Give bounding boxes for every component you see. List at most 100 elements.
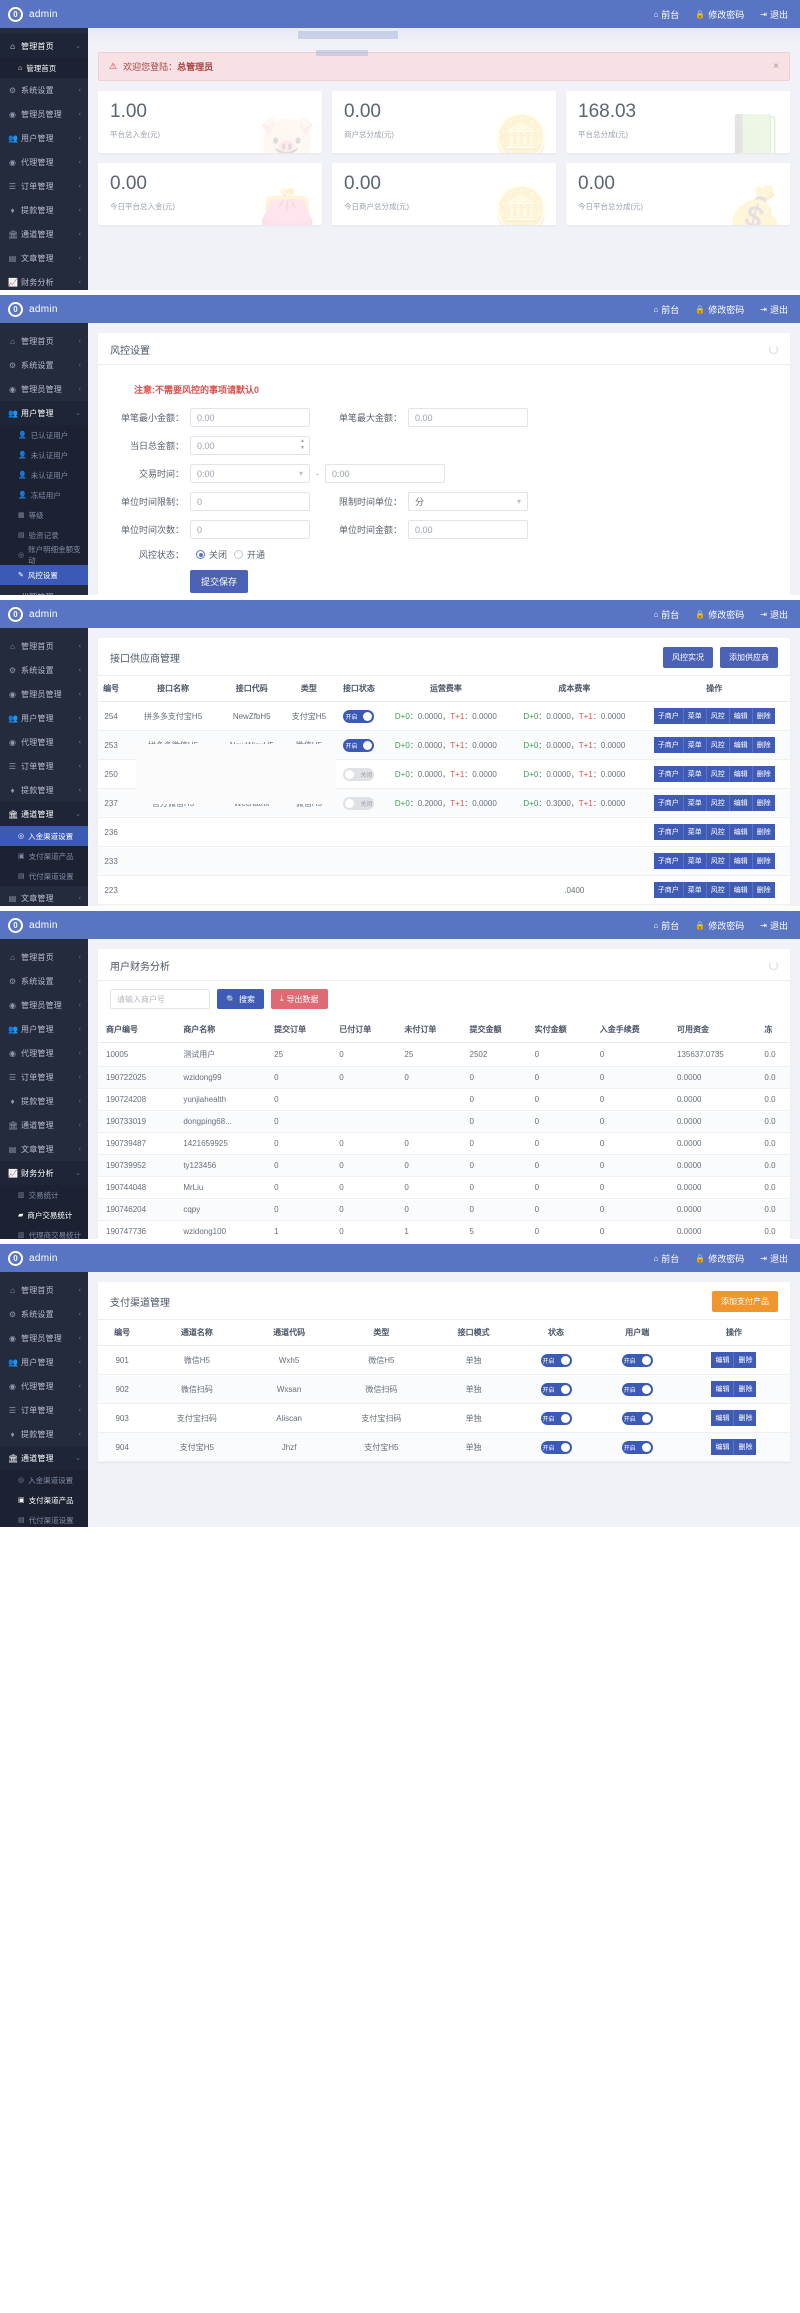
op-编辑-button[interactable]: 编辑: [711, 1439, 735, 1455]
change-password-link[interactable]: 🔒 修改密码: [695, 8, 744, 21]
op-编辑-button[interactable]: 编辑: [729, 708, 753, 724]
sidebar-item-agents[interactable]: ◉ 代理管理 ‹: [0, 1041, 88, 1065]
status-toggle[interactable]: 开启: [621, 1382, 653, 1396]
sidebar-subitem-frozen-users[interactable]: 👤 冻结用户: [0, 485, 88, 505]
topbar-brand[interactable]: 0 admin: [8, 6, 58, 22]
status-toggle[interactable]: 开启: [621, 1440, 653, 1454]
op-菜单-button[interactable]: 菜单: [683, 824, 707, 840]
time-unit-select[interactable]: 分: [408, 492, 528, 511]
sidebar-item-withdraw[interactable]: ♦ 提款管理 ‹: [0, 1089, 88, 1113]
op-风控-button[interactable]: 风控: [706, 737, 730, 753]
topbar-brand[interactable]: 0 admin: [8, 301, 58, 317]
op-删除-button[interactable]: 删除: [752, 853, 775, 869]
status-toggle[interactable]: 开启: [540, 1440, 572, 1454]
op-编辑-button[interactable]: 编辑: [729, 824, 753, 840]
sidebar-item-agents[interactable]: ◉ 代理管理 ‹: [0, 730, 88, 754]
sidebar-item-admins[interactable]: ◉ 管理员管理 ‹: [0, 102, 88, 126]
sidebar-item-home[interactable]: ⌂ 管理首页 ‹: [0, 329, 88, 353]
sidebar-subitem-verified-users[interactable]: 👤 已认证用户: [0, 425, 88, 445]
export-button[interactable]: ⤓ 导出数据: [270, 989, 328, 1009]
op-编辑-button[interactable]: 编辑: [729, 766, 753, 782]
op-子商户-button[interactable]: 子商户: [653, 737, 684, 753]
sidebar-item-system[interactable]: ⚙ 系统设置 ‹: [0, 969, 88, 993]
sidebar-item-agents[interactable]: ◉ 代理管理 ‹: [0, 585, 88, 596]
op-风控-button[interactable]: 风控: [706, 853, 730, 869]
sidebar-item-system[interactable]: ⚙ 系统设置 ‹: [0, 353, 88, 377]
op-编辑-button[interactable]: 编辑: [711, 1410, 735, 1426]
sidebar-subitem-levels[interactable]: ▦ 等级: [0, 505, 88, 525]
sidebar-item-withdraw[interactable]: ♦ 提款管理 ‹: [0, 198, 88, 222]
op-删除-button[interactable]: 删除: [752, 708, 775, 724]
op-菜单-button[interactable]: 菜单: [683, 853, 707, 869]
sidebar-item-channels[interactable]: 🏛 通道管理 ⌄: [0, 1446, 88, 1470]
trade-time-start-input[interactable]: 0:00: [190, 464, 310, 483]
close-icon[interactable]: ×: [773, 61, 779, 72]
logout-link[interactable]: ⇥ 退出: [760, 1252, 788, 1265]
op-子商户-button[interactable]: 子商户: [653, 824, 684, 840]
sidebar-item-users[interactable]: 👥 用户管理 ‹: [0, 126, 88, 150]
topbar-brand[interactable]: 0 admin: [8, 606, 58, 622]
op-删除-button[interactable]: 删除: [752, 737, 775, 753]
op-风控-button[interactable]: 风控: [706, 766, 730, 782]
change-password-link[interactable]: 🔒 修改密码: [695, 919, 744, 932]
sidebar-item-channels[interactable]: 🏛 通道管理 ⌄: [0, 802, 88, 826]
op-删除-button[interactable]: 删除: [734, 1352, 757, 1368]
sidebar-subitem-home[interactable]: ⌂ 管理首页: [0, 58, 88, 78]
op-编辑-button[interactable]: 编辑: [729, 737, 753, 753]
sidebar-item-articles[interactable]: ▤ 文章管理 ‹: [0, 1137, 88, 1161]
frontend-link[interactable]: ⌂ 前台: [653, 919, 679, 932]
sidebar-item-users[interactable]: 👥 用户管理 ⌄: [0, 401, 88, 425]
sidebar-item-withdraw[interactable]: ♦ 提款管理 ‹: [0, 1422, 88, 1446]
sidebar-item-users[interactable]: 👥 用户管理 ‹: [0, 1350, 88, 1374]
refresh-icon[interactable]: [769, 345, 778, 354]
op-编辑-button[interactable]: 编辑: [711, 1352, 735, 1368]
change-password-link[interactable]: 🔒 修改密码: [695, 608, 744, 621]
op-删除-button[interactable]: 删除: [752, 795, 775, 811]
sidebar-item-admins[interactable]: ◉ 管理员管理 ‹: [0, 993, 88, 1017]
sidebar-item-system[interactable]: ⚙ 系统设置 ‹: [0, 1302, 88, 1326]
sidebar-item-agents[interactable]: ◉ 代理管理 ‹: [0, 1374, 88, 1398]
op-菜单-button[interactable]: 菜单: [683, 882, 707, 898]
status-toggle[interactable]: 开启: [540, 1382, 572, 1396]
sidebar-item-channels[interactable]: 🏛 通道管理 ‹: [0, 1113, 88, 1137]
logout-link[interactable]: ⇥ 退出: [760, 919, 788, 932]
op-菜单-button[interactable]: 菜单: [683, 737, 707, 753]
radio-status-off[interactable]: 关闭: [196, 548, 227, 561]
sidebar-item-finance[interactable]: 📈 财务分析 ‹: [0, 270, 88, 290]
risk-monitor-button[interactable]: 风控实况: [663, 647, 713, 668]
sidebar-item-finance[interactable]: 📈 财务分析 ⌄: [0, 1161, 88, 1185]
op-编辑-button[interactable]: 编辑: [729, 882, 753, 898]
radio-status-on[interactable]: 开通: [234, 548, 265, 561]
frontend-link[interactable]: ⌂ 前台: [653, 608, 679, 621]
topbar-brand[interactable]: 0 admin: [8, 1250, 58, 1266]
change-password-link[interactable]: 🔒 修改密码: [695, 303, 744, 316]
sidebar-item-system[interactable]: ⚙ 系统设置 ‹: [0, 78, 88, 102]
sidebar-item-home[interactable]: ⌂ 管理首页 ‹: [0, 945, 88, 969]
sidebar-item-admins[interactable]: ◉ 管理员管理 ‹: [0, 377, 88, 401]
op-删除-button[interactable]: 删除: [752, 882, 775, 898]
sidebar-subitem-trade-stats[interactable]: ▥ 交易统计: [0, 1185, 88, 1205]
op-编辑-button[interactable]: 编辑: [729, 853, 753, 869]
sidebar-subitem-merchant-trade-stats[interactable]: ▰ 商户交易统计: [0, 1205, 88, 1225]
op-菜单-button[interactable]: 菜单: [683, 708, 707, 724]
add-payment-product-button[interactable]: 添加支付产品: [712, 1291, 778, 1312]
status-toggle[interactable]: 开启: [540, 1411, 572, 1425]
sidebar-item-admins[interactable]: ◉ 管理员管理 ‹: [0, 682, 88, 706]
search-input[interactable]: 请输入商户号: [110, 989, 210, 1009]
sidebar-item-users[interactable]: 👥 用户管理 ‹: [0, 706, 88, 730]
op-子商户-button[interactable]: 子商户: [653, 795, 684, 811]
op-删除-button[interactable]: 删除: [734, 1439, 757, 1455]
op-删除-button[interactable]: 删除: [734, 1410, 757, 1426]
op-编辑-button[interactable]: 编辑: [711, 1381, 735, 1397]
op-删除-button[interactable]: 删除: [752, 824, 775, 840]
sidebar-item-home[interactable]: ⌂ 管理首页 ‹: [0, 1278, 88, 1302]
status-toggle[interactable]: 关闭: [343, 767, 375, 781]
sidebar-subitem-deposit-channel[interactable]: ◎ 入金渠道设置: [0, 826, 88, 846]
min-amount-input[interactable]: 0.00: [190, 408, 310, 427]
op-删除-button[interactable]: 删除: [734, 1381, 757, 1397]
sidebar-subitem-payout-channel[interactable]: ▤ 代付渠道设置: [0, 1510, 88, 1527]
sidebar-subitem-payment-products[interactable]: ▣ 支付渠道产品: [0, 1490, 88, 1510]
sidebar-subitem-deposit-channel[interactable]: ◎ 入金渠道设置: [0, 1470, 88, 1490]
sidebar-item-orders[interactable]: ☰ 订单管理 ‹: [0, 1065, 88, 1089]
add-supplier-button[interactable]: 添加供应商: [720, 647, 778, 668]
